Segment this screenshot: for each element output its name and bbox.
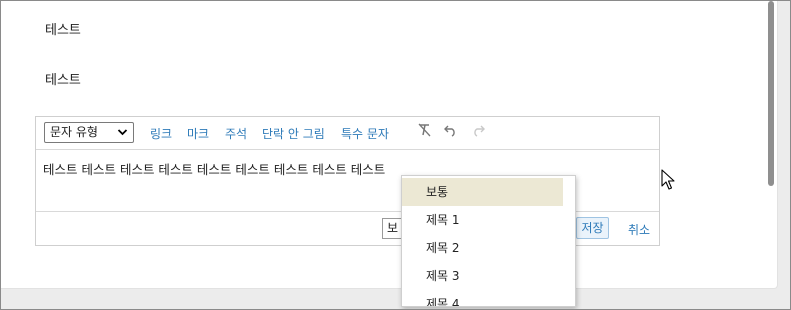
cancel-button[interactable]: 취소 — [628, 221, 650, 238]
text-style-select[interactable]: 문자 유형 — [44, 122, 134, 143]
dropdown-option[interactable]: 제목 4 — [402, 290, 563, 306]
hanging-indent-button[interactable]: 단락 안 그림 — [262, 125, 325, 142]
text-line: 테스트 — [45, 73, 81, 88]
dropdown-option[interactable]: 제목 3 — [402, 262, 563, 290]
dropdown-option[interactable]: 제목 1 — [402, 206, 563, 234]
dropdown-option[interactable]: 제목 2 — [402, 234, 563, 262]
undo-icon[interactable] — [444, 123, 458, 141]
scrollbar-thumb[interactable] — [768, 1, 774, 186]
mark-button[interactable]: 마크 — [187, 125, 209, 142]
window-frame: 테스트 테스트 문자 유형 링크 마크 주석 단락 안 그림 특수 문자 테스트… — [0, 0, 791, 310]
text-line: 테스트 — [45, 23, 81, 38]
clear-format-icon[interactable] — [418, 123, 432, 141]
save-button[interactable]: 저장 — [576, 217, 609, 239]
dropdown-option[interactable]: 보통 — [402, 178, 563, 206]
content-panel: 테스트 테스트 문자 유형 링크 마크 주석 단락 안 그림 특수 문자 테스트… — [1, 1, 778, 289]
mouse-cursor-icon — [661, 169, 677, 191]
chevron-down-icon — [117, 123, 128, 148]
redo-icon[interactable] — [471, 123, 485, 141]
comment-button[interactable]: 주석 — [225, 125, 247, 142]
special-chars-button[interactable]: 특수 문자 — [341, 125, 389, 142]
editor-content[interactable]: 테스트 테스트 테스트 테스트 테스트 테스트 테스트 테스트 테스트 — [43, 159, 385, 178]
text-style-select-value: 문자 유형 — [50, 125, 98, 139]
link-button[interactable]: 링크 — [150, 125, 172, 142]
editor-toolbar: 문자 유형 링크 마크 주석 단락 안 그림 특수 문자 — [36, 117, 659, 150]
paragraph-style-dropdown: 보통 제목 1 제목 2 제목 3 제목 4 — [401, 175, 576, 307]
